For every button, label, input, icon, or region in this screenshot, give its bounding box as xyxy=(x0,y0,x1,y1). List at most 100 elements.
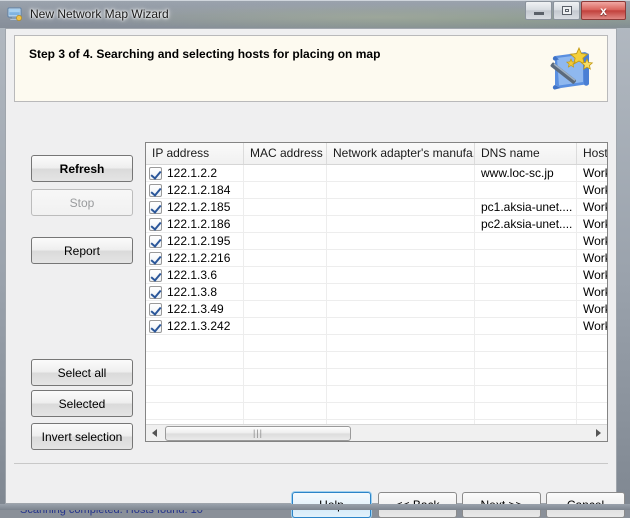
ip-address-text: 122.1.3.49 xyxy=(167,302,224,316)
ip-address-text: 122.1.2.195 xyxy=(167,234,231,248)
table-cell-manufacturer xyxy=(327,182,475,198)
table-cell-empty xyxy=(577,386,607,402)
table-cell-host-type: Works xyxy=(577,267,607,283)
table-cell-empty xyxy=(146,352,244,368)
table-row[interactable]: 122.1.2.185 pc1.aksia-unet....Works xyxy=(146,199,607,216)
table-cell-mac xyxy=(244,216,327,232)
refresh-button[interactable]: Refresh xyxy=(31,155,133,182)
row-checkbox[interactable] xyxy=(149,217,162,231)
table-cell-empty xyxy=(244,335,327,351)
table-row[interactable]: 122.1.2.216 Works xyxy=(146,250,607,267)
column-header[interactable]: DNS name xyxy=(475,143,577,164)
table-cell-manufacturer xyxy=(327,250,475,266)
table-cell-dns: www.loc-sc.jp xyxy=(475,165,577,181)
table-cell-empty xyxy=(577,403,607,419)
scroll-left-arrow-icon[interactable] xyxy=(146,425,163,442)
table-cell-host-type: Works xyxy=(577,182,607,198)
dialog-client: Step 3 of 4. Searching and selecting hos… xyxy=(5,28,625,518)
table-cell-mac xyxy=(244,165,327,181)
column-header[interactable]: IP address xyxy=(146,143,244,164)
table-row-empty xyxy=(146,369,607,386)
titlebar: New Network Map Wizard x xyxy=(0,0,630,28)
scrollbar-grip: ||| xyxy=(252,427,263,438)
table-cell-dns xyxy=(475,250,577,266)
row-checkbox[interactable] xyxy=(149,166,162,180)
column-header[interactable]: Host ty xyxy=(577,143,607,164)
table-cell-dns xyxy=(475,301,577,317)
table-cell-empty xyxy=(244,352,327,368)
caption-buttons: x xyxy=(524,1,626,20)
table-row-empty xyxy=(146,403,607,420)
wizard-wand-scroll-icon xyxy=(541,40,599,98)
ip-address-text: 122.1.3.6 xyxy=(167,268,218,282)
selected-button[interactable]: Selected xyxy=(31,390,133,417)
row-checkbox[interactable] xyxy=(149,234,162,248)
report-button[interactable]: Report xyxy=(31,237,133,264)
ip-address-text: 122.1.2.216 xyxy=(167,251,231,265)
table-row-empty xyxy=(146,335,607,352)
column-header[interactable]: MAC address xyxy=(244,143,327,164)
row-checkbox[interactable] xyxy=(149,319,162,333)
table-cell-ip: 122.1.2.2 xyxy=(146,165,244,181)
ip-address-text: 122.1.2.184 xyxy=(167,183,231,197)
ip-address-text: 122.1.3.8 xyxy=(167,285,218,299)
table-row[interactable]: 122.1.3.8 Works xyxy=(146,284,607,301)
minimize-button[interactable] xyxy=(525,1,552,20)
row-checkbox[interactable] xyxy=(149,200,162,214)
table-cell-empty xyxy=(577,335,607,351)
table-cell-manufacturer xyxy=(327,233,475,249)
table-cell-empty xyxy=(146,369,244,385)
table-cell-dns xyxy=(475,233,577,249)
table-cell-empty xyxy=(244,386,327,402)
table-row[interactable]: 122.1.3.6 Works xyxy=(146,267,607,284)
table-body[interactable]: 122.1.2.2www.loc-sc.jpWorks122.1.2.184Wo… xyxy=(146,165,607,441)
table-cell-empty xyxy=(577,352,607,368)
ip-address-text: 122.1.2.185 xyxy=(167,200,231,214)
table-cell-dns xyxy=(475,284,577,300)
row-checkbox[interactable] xyxy=(149,285,162,299)
row-checkbox[interactable] xyxy=(149,302,162,316)
table-header-row: IP address MAC address Network adapter's m… xyxy=(146,143,607,165)
scroll-right-arrow-icon[interactable] xyxy=(590,425,607,442)
table-cell-ip: 122.1.3.49 xyxy=(146,301,244,317)
table-row[interactable]: 122.1.2.2 www.loc-sc.jpWorks xyxy=(146,165,607,182)
table-row[interactable]: 122.1.2.184 Works xyxy=(146,182,607,199)
table-cell-empty xyxy=(475,352,577,368)
row-checkbox[interactable] xyxy=(149,183,162,197)
table-cell-host-type: Works xyxy=(577,318,607,334)
table-cell-empty xyxy=(146,335,244,351)
table-row[interactable]: 122.1.3.49 Works xyxy=(146,301,607,318)
table-cell-manufacturer xyxy=(327,267,475,283)
table-cell-mac xyxy=(244,318,327,334)
footer-divider xyxy=(14,463,608,464)
maximize-button[interactable] xyxy=(553,1,580,20)
close-button[interactable]: x xyxy=(581,1,626,20)
table-row[interactable]: 122.1.2.186 pc2.aksia-unet....Works xyxy=(146,216,607,233)
invert-selection-button[interactable]: Invert selection xyxy=(31,423,133,450)
table-cell-mac xyxy=(244,182,327,198)
table-cell-mac xyxy=(244,301,327,317)
table-cell-host-type: Works xyxy=(577,250,607,266)
row-checkbox[interactable] xyxy=(149,268,162,282)
table-cell-empty xyxy=(475,403,577,419)
table-cell-empty xyxy=(475,386,577,402)
table-cell-empty xyxy=(577,369,607,385)
scrollbar-thumb[interactable]: ||| xyxy=(165,425,351,441)
select-all-button[interactable]: Select all xyxy=(31,359,133,386)
network-computer-icon xyxy=(7,6,23,22)
table-cell-ip: 122.1.2.186 xyxy=(146,216,244,232)
table-cell-manufacturer xyxy=(327,284,475,300)
column-header[interactable]: Network adapter's manufa... xyxy=(327,143,475,164)
table-row-empty xyxy=(146,386,607,403)
table-cell-manufacturer xyxy=(327,165,475,181)
hosts-table[interactable]: IP address MAC address Network adapter's m… xyxy=(145,142,608,442)
window-title: New Network Map Wizard xyxy=(30,7,169,21)
horizontal-scrollbar[interactable]: ||| xyxy=(146,424,607,441)
table-cell-dns xyxy=(475,267,577,283)
ip-address-text: 122.1.2.186 xyxy=(167,217,231,231)
table-row[interactable]: 122.1.2.195 Works xyxy=(146,233,607,250)
table-row[interactable]: 122.1.3.242 Works xyxy=(146,318,607,335)
row-checkbox[interactable] xyxy=(149,251,162,265)
scrollbar-track[interactable]: ||| xyxy=(163,425,590,442)
table-cell-empty xyxy=(327,369,475,385)
